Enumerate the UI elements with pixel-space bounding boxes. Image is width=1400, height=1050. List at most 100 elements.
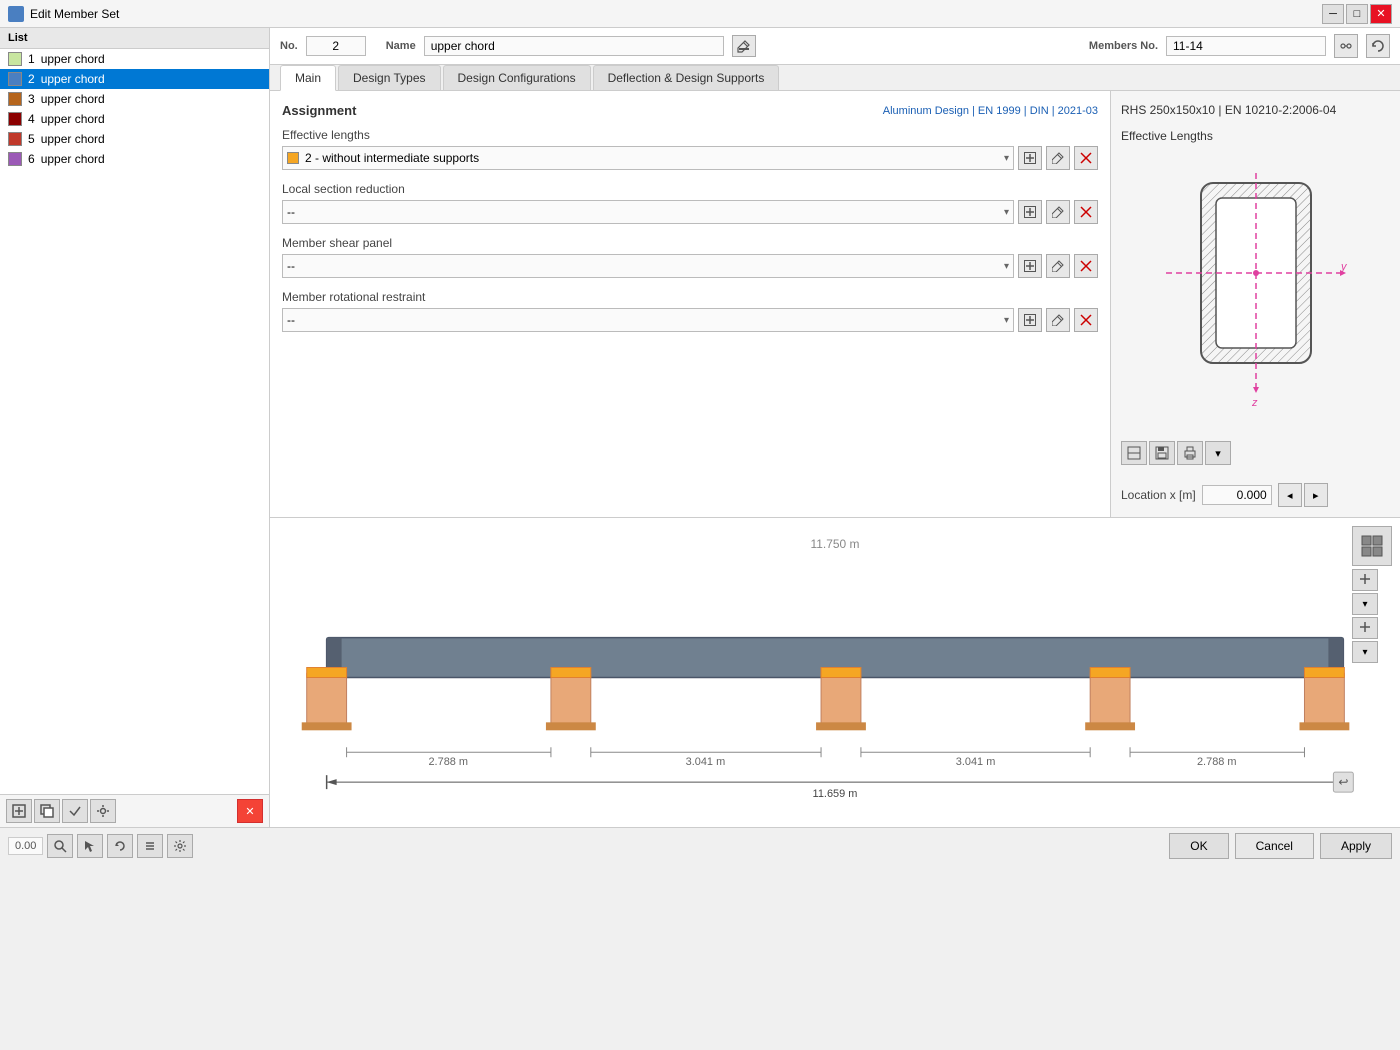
list-item[interactable]: 4upper chord [0,109,269,129]
list-item[interactable]: 3upper chord [0,89,269,109]
shear-panel-value: -- [287,259,295,273]
cross-section-diagram: y z [1121,163,1390,423]
list-item[interactable]: 2upper chord [0,69,269,89]
dialog-body: List 1upper chord2upper chord3upper chor… [0,28,1400,827]
local-section-arrow: ▾ [1004,207,1009,218]
effective-lengths-edit-btn[interactable] [1046,146,1070,170]
shear-panel-dropdown[interactable]: -- ▾ [282,254,1014,278]
bottom-bar-left: 0.00 [8,834,193,858]
right-panel: RHS 250x150x10 | EN 10210-2:2006-04 Effe… [1110,91,1400,517]
members-select-button[interactable] [1334,34,1358,58]
list-item-label: upper chord [41,132,105,146]
list-item[interactable]: 6 upper chord [0,149,269,169]
effective-lengths-label: Effective lengths [282,128,1098,142]
rotational-restraint-edit-btn[interactable] [1046,308,1070,332]
maximize-button[interactable]: □ [1346,4,1368,24]
check-button[interactable] [62,799,88,823]
svg-text:11.659 m: 11.659 m [813,788,858,800]
tab-main[interactable]: Main [280,65,336,91]
pan-btn[interactable] [1352,617,1378,639]
panel-print-btn[interactable] [1177,441,1203,465]
no-input[interactable] [306,36,366,56]
grid-view-button[interactable] [1352,526,1392,566]
local-section-add-btn[interactable] [1018,200,1042,224]
left-panel: List 1upper chord2upper chord3upper chor… [0,28,270,827]
bottom-diagram: ▾ ▾ 11.750 m [270,517,1400,827]
panel-view-btn[interactable] [1121,441,1147,465]
list-item[interactable]: 1 upper chord [0,49,269,69]
right-area: No. Name Members No. [270,28,1400,827]
effective-lengths-add-btn[interactable] [1018,146,1042,170]
members-reset-button[interactable] [1366,34,1390,58]
panel-dropdown-btn[interactable]: ▾ [1205,441,1231,465]
no-label: No. [280,40,298,52]
shear-panel-edit-btn[interactable] [1046,254,1070,278]
list-btn[interactable] [137,834,163,858]
list-item-number: 6 [28,152,35,166]
app-icon [8,6,24,22]
add-item-button[interactable] [6,799,32,823]
tab-design-types[interactable]: Design Types [338,65,441,90]
ok-button[interactable]: OK [1169,833,1228,859]
list-item-number: 4 [28,112,35,126]
close-button[interactable]: ✕ [1370,4,1392,24]
delete-item-button[interactable]: ✕ [237,799,263,823]
effective-lengths-dropdown[interactable]: 2 - without intermediate supports ▾ [282,146,1014,170]
section-info: RHS 250x150x10 | EN 10210-2:2006-04 Effe… [1121,101,1390,153]
location-row: Location x [m] ◂ ▸ [1121,483,1390,507]
name-input[interactable] [424,36,724,56]
list-item-number: 3 [28,92,35,106]
members-input[interactable] [1166,36,1326,56]
rotational-restraint-delete-btn[interactable] [1074,308,1098,332]
list-header: List [0,28,269,49]
minimize-button[interactable]: ─ [1322,4,1344,24]
settings-button[interactable] [90,799,116,823]
zoom-out-btn[interactable]: ▾ [1352,593,1378,615]
rotate-btn[interactable] [107,834,133,858]
list-item-label: upper chord [41,72,105,86]
apply-button[interactable]: Apply [1320,833,1392,859]
local-section-value: -- [287,205,295,219]
zoom-in-btn[interactable] [1352,569,1378,591]
section-line2: Effective Lengths [1121,127,1390,145]
list-item-number: 1 [28,52,35,66]
rotational-restraint-add-btn[interactable] [1018,308,1042,332]
zoom-btn[interactable] [47,834,73,858]
list-item[interactable]: 5upper chord [0,129,269,149]
settings-main-btn[interactable] [167,834,193,858]
local-section-control: -- ▾ [282,200,1098,224]
content-area: Assignment Aluminum Design | EN 1999 | D… [270,91,1400,517]
svg-text:3.041 m: 3.041 m [686,756,726,768]
local-section-delete-btn[interactable] [1074,200,1098,224]
measure-btn[interactable]: ▾ [1352,641,1378,663]
panel-save-btn[interactable] [1149,441,1175,465]
local-section-edit-btn[interactable] [1046,200,1070,224]
diagram-toolbar-row1 [1352,526,1392,566]
location-prev-btn[interactable]: ◂ [1278,483,1302,507]
list-item-label: upper chord [41,52,105,66]
tab-design-config[interactable]: Design Configurations [443,65,591,90]
rotational-restraint-dropdown[interactable]: -- ▾ [282,308,1014,332]
name-label: Name [386,40,416,52]
location-next-btn[interactable]: ▸ [1304,483,1328,507]
title-bar-text: Edit Member Set [30,7,119,21]
list-item-label: upper chord [41,152,105,166]
name-edit-button[interactable] [732,35,756,57]
svg-text:z: z [1251,397,1258,409]
local-section-row: Local section reduction -- ▾ [282,182,1098,224]
cancel-button[interactable]: Cancel [1235,833,1314,859]
local-section-dropdown[interactable]: -- ▾ [282,200,1014,224]
effective-lengths-color [287,152,299,164]
effective-lengths-delete-btn[interactable] [1074,146,1098,170]
shear-panel-delete-btn[interactable] [1074,254,1098,278]
tab-deflection[interactable]: Deflection & Design Supports [593,65,780,90]
svg-text:2.788 m: 2.788 m [428,756,468,768]
assignment-title: Assignment [282,103,356,118]
rotational-restraint-control: -- ▾ [282,308,1098,332]
location-label: Location x [m] [1121,488,1196,502]
duplicate-item-button[interactable] [34,799,60,823]
cursor-btn[interactable] [77,834,103,858]
shear-panel-add-btn[interactable] [1018,254,1042,278]
rotational-restraint-value: -- [287,313,295,327]
location-input[interactable] [1202,485,1272,505]
